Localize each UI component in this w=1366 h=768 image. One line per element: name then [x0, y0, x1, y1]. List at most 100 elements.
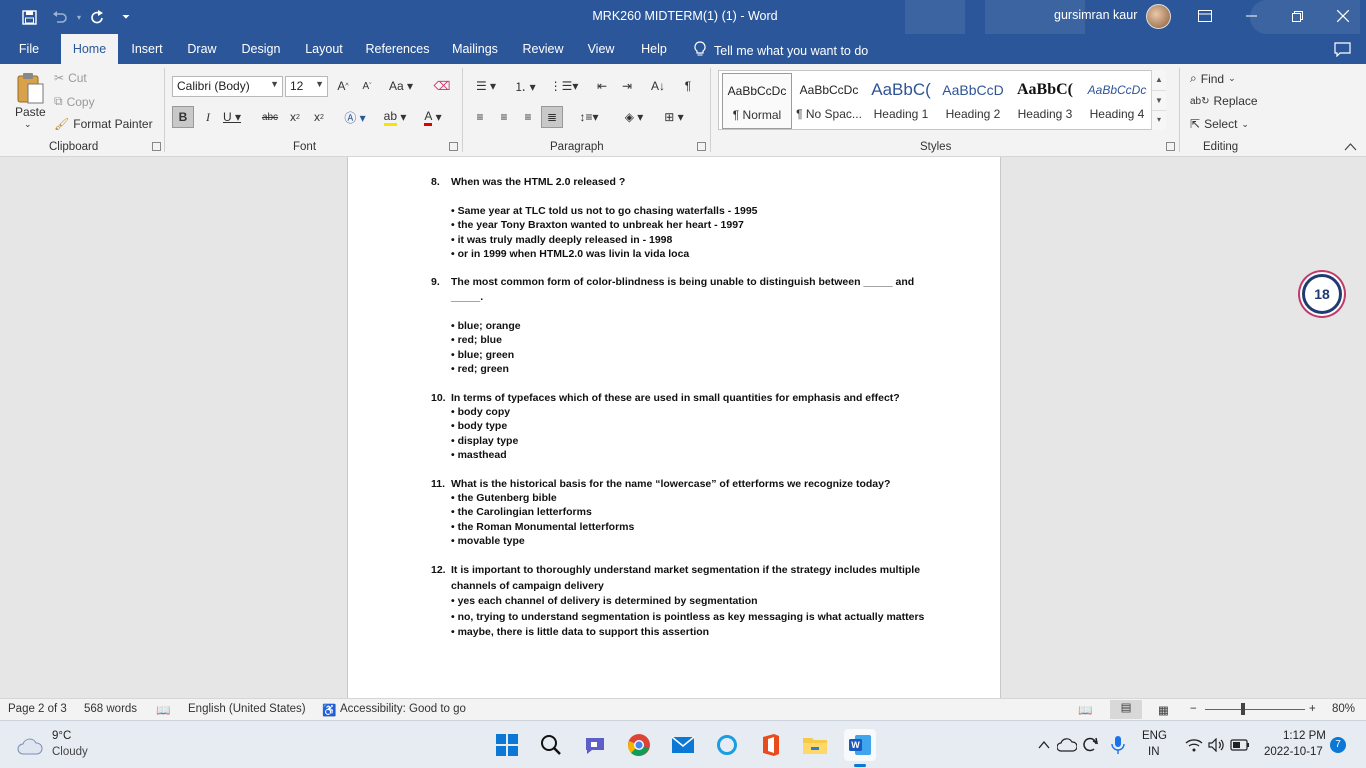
tab-view[interactable]: View — [579, 34, 623, 64]
increase-indent-icon[interactable]: ⇥ — [617, 77, 637, 95]
cloud-icon[interactable] — [16, 733, 44, 761]
styles-scroll[interactable]: ▲ ▼ ▾ — [1151, 70, 1166, 130]
font-color-icon[interactable]: A ▾ — [417, 106, 449, 128]
sort-icon[interactable]: A↓ — [648, 77, 668, 95]
style-heading-4[interactable]: AaBbCcDc Heading 4 — [1082, 73, 1152, 129]
cortana-icon[interactable] — [713, 731, 741, 759]
print-layout-icon[interactable]: ▤ — [1110, 700, 1142, 719]
clock-time[interactable]: 1:12 PM — [1283, 730, 1326, 742]
style-normal[interactable]: AaBbCcDc ¶ Normal — [722, 73, 792, 129]
tab-mailings[interactable]: Mailings — [444, 34, 506, 64]
tab-draw[interactable]: Draw — [181, 34, 223, 64]
undo-icon[interactable] — [48, 6, 70, 28]
numbering-icon[interactable]: ⒈ ▾ — [509, 77, 541, 95]
tab-help[interactable]: Help — [633, 34, 675, 64]
word-taskbar-icon[interactable]: W — [844, 729, 876, 761]
avatar[interactable] — [1146, 4, 1171, 29]
web-layout-icon[interactable]: ▦ — [1158, 703, 1169, 717]
paragraph-launcher-icon[interactable] — [697, 142, 706, 151]
tab-home[interactable]: Home — [61, 34, 118, 64]
styles-more-icon[interactable]: ▾ — [1152, 110, 1166, 128]
paste-button[interactable]: Paste — [15, 105, 46, 119]
office-icon[interactable] — [757, 731, 785, 759]
align-center-icon[interactable]: ≡ — [494, 106, 514, 128]
zoom-in-icon[interactable]: + — [1309, 703, 1316, 715]
battery-icon[interactable] — [1226, 731, 1254, 759]
style-heading-2[interactable]: AaBbCcD Heading 2 — [938, 73, 1008, 129]
redo-icon[interactable] — [86, 6, 108, 28]
customize-qat-icon[interactable]: ⏷ — [115, 6, 137, 28]
mail-icon[interactable] — [669, 731, 697, 759]
document-page[interactable]: 8. When was the HTML 2.0 released ? • Sa… — [347, 157, 1001, 698]
zoom-slider[interactable] — [1205, 709, 1305, 710]
accessibility-status[interactable]: Accessibility: Good to go — [340, 703, 466, 715]
page-count[interactable]: Page 2 of 3 — [8, 703, 67, 715]
find-button[interactable]: ⌕ Find ⌄ — [1190, 71, 1236, 86]
microphone-icon[interactable] — [1104, 731, 1132, 759]
zoom-level[interactable]: 80% — [1332, 703, 1355, 715]
underline-icon[interactable]: U ▾ — [222, 106, 242, 128]
comments-icon[interactable] — [1332, 40, 1352, 58]
read-mode-icon[interactable]: 📖 — [1078, 703, 1092, 717]
font-size-combo[interactable]: 12 ▼ — [285, 76, 328, 97]
zoom-out-icon[interactable]: − — [1190, 703, 1197, 715]
ribbon-display-options-icon[interactable] — [1182, 0, 1228, 32]
cut-button[interactable]: ✂ Cut — [54, 71, 87, 85]
save-icon[interactable] — [18, 6, 40, 28]
clear-formatting-icon[interactable]: ⌫ — [432, 77, 452, 95]
search-icon[interactable] — [537, 731, 565, 759]
style-no-spacing[interactable]: AaBbCcDc ¶ No Spac... — [794, 73, 864, 129]
input-language[interactable]: ENG — [1142, 730, 1167, 742]
tab-file[interactable]: File — [8, 34, 50, 64]
superscript-icon[interactable]: x2 — [309, 106, 329, 128]
notification-count[interactable]: 7 — [1330, 737, 1346, 753]
accessibility-icon[interactable]: ♿ — [322, 703, 336, 717]
word-count[interactable]: 568 words — [84, 703, 137, 715]
bold-icon[interactable]: B — [172, 106, 194, 128]
sync-icon[interactable] — [1076, 731, 1104, 759]
multilevel-list-icon[interactable]: ⋮☰▾ — [548, 77, 580, 95]
strikethrough-icon[interactable]: abc — [260, 106, 280, 128]
file-explorer-icon[interactable] — [801, 731, 829, 759]
grow-font-icon[interactable]: A ^ — [334, 77, 352, 95]
highlight-color-icon[interactable]: ab ▾ — [378, 106, 412, 128]
format-painter-button[interactable]: 🖌 Format Painter — [54, 117, 153, 131]
notification-badge[interactable]: 18 — [1302, 274, 1342, 314]
align-left-icon[interactable]: ≡ — [470, 106, 490, 128]
user-name[interactable]: gursimran kaur — [1054, 8, 1137, 22]
input-region[interactable]: IN — [1148, 746, 1160, 758]
font-name-combo[interactable]: Calibri (Body) ▼ — [172, 76, 283, 97]
align-right-icon[interactable]: ≡ — [518, 106, 538, 128]
windows-start-icon[interactable] — [493, 731, 521, 759]
tab-review[interactable]: Review — [517, 34, 569, 64]
select-button[interactable]: ⇱ Select ⌄ — [1190, 117, 1249, 131]
clock-date[interactable]: 2022-10-17 — [1264, 746, 1323, 758]
tab-references[interactable]: References — [361, 34, 434, 64]
chevron-down-icon[interactable]: ▼ — [1152, 90, 1166, 110]
close-icon[interactable] — [1320, 0, 1366, 32]
chrome-icon[interactable] — [625, 731, 653, 759]
teams-chat-icon[interactable] — [581, 731, 609, 759]
minimize-icon[interactable] — [1228, 0, 1274, 32]
style-heading-3[interactable]: AaBbC( Heading 3 — [1010, 73, 1080, 129]
styles-launcher-icon[interactable] — [1166, 142, 1175, 151]
paste-dropdown-icon[interactable]: ⌄ — [24, 119, 32, 130]
decrease-indent-icon[interactable]: ⇤ — [592, 77, 612, 95]
weather-temp[interactable]: 9°C — [52, 730, 71, 742]
clipboard-launcher-icon[interactable] — [152, 142, 161, 151]
tab-insert[interactable]: Insert — [124, 34, 170, 64]
chevron-up-icon[interactable]: ▲ — [1152, 70, 1166, 90]
weather-condition[interactable]: Cloudy — [52, 746, 88, 758]
bullets-icon[interactable]: ☰ ▾ — [470, 77, 502, 95]
justify-icon[interactable]: ≣ — [541, 106, 563, 128]
borders-icon[interactable]: ⊞ ▾ — [657, 106, 691, 128]
tab-design[interactable]: Design — [234, 34, 288, 64]
subscript-icon[interactable]: x2 — [285, 106, 305, 128]
style-heading-1[interactable]: AaBbC( Heading 1 — [866, 73, 936, 129]
language-status[interactable]: English (United States) — [188, 703, 306, 715]
copy-button[interactable]: ⧉ Copy — [54, 94, 95, 109]
proofing-icon[interactable]: 📖 — [156, 703, 170, 717]
restore-icon[interactable] — [1274, 0, 1320, 32]
collapse-ribbon-icon[interactable] — [1340, 140, 1360, 154]
replace-button[interactable]: ab↻ Replace — [1190, 94, 1258, 108]
